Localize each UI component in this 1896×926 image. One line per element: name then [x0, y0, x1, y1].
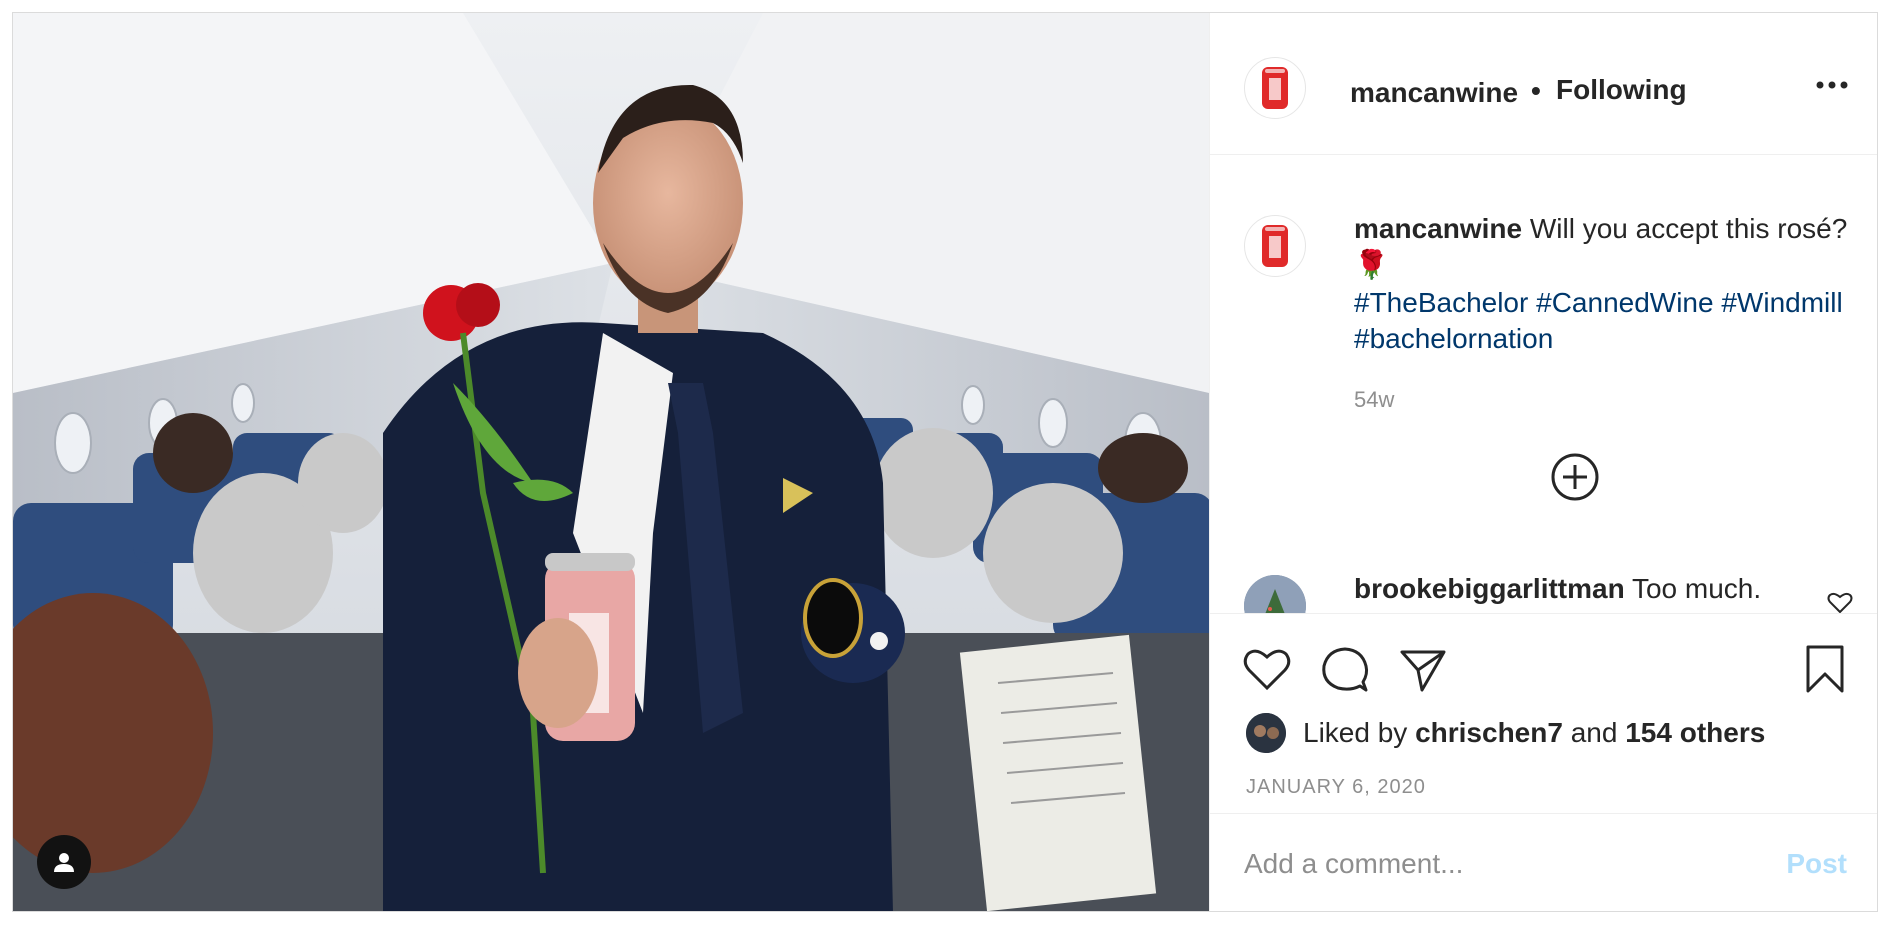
- add-comment-bar: Post: [1210, 813, 1877, 911]
- hashtag-link[interactable]: #Windmill: [1721, 287, 1842, 318]
- mancan-logo-icon: [1262, 67, 1288, 109]
- caption-hashtags: #TheBachelor #CannedWine #Windmill #bach…: [1354, 285, 1864, 357]
- liked-by-user[interactable]: chrischen7: [1415, 717, 1563, 748]
- mancan-logo-icon: [1262, 225, 1288, 267]
- rose-emoji: 🌹: [1354, 249, 1389, 280]
- caption-author-avatar[interactable]: [1244, 215, 1306, 277]
- comment-icon[interactable]: [1320, 644, 1370, 694]
- post-comment-button[interactable]: Post: [1786, 848, 1847, 880]
- load-more-comments-icon[interactable]: [1549, 451, 1601, 503]
- heart-icon[interactable]: [1242, 644, 1292, 694]
- liked-by-photo: [1246, 713, 1286, 753]
- comment-input[interactable]: [1244, 842, 1764, 886]
- share-icon[interactable]: [1398, 644, 1448, 694]
- commenter-avatar[interactable]: [1244, 575, 1306, 613]
- comment-username[interactable]: brookebiggarlittman: [1354, 573, 1625, 604]
- post-actions: Liked by chrischen7 and 154 others JANUA…: [1210, 613, 1877, 813]
- caption-text: Will you accept this rosé?: [1529, 213, 1848, 244]
- caption-timestamp[interactable]: 54w: [1354, 387, 1394, 413]
- likes-count-link[interactable]: 154 others: [1625, 717, 1765, 748]
- post-photo[interactable]: [13, 13, 1209, 911]
- comment-item: brookebiggarlittman Too much.: [1354, 571, 1761, 607]
- liked-by-prefix: Liked by: [1303, 717, 1408, 748]
- post-header: mancanwine • Following: [1210, 13, 1877, 155]
- comment-heart-icon[interactable]: [1827, 591, 1853, 613]
- hashtag-link[interactable]: #bachelornation: [1354, 323, 1553, 354]
- liked-by-joiner: and: [1570, 717, 1618, 748]
- commenter-photo: [1244, 575, 1306, 613]
- likes-summary: Liked by chrischen7 and 154 others: [1303, 717, 1765, 749]
- comments-list[interactable]: mancanwine Will you accept this rosé? 🌹 …: [1210, 155, 1877, 613]
- caption-username[interactable]: mancanwine: [1354, 213, 1522, 244]
- post-side-panel: mancanwine • Following mancanwine Will y…: [1209, 13, 1877, 911]
- airplane-cabin-photo: [13, 13, 1209, 911]
- hashtag-link[interactable]: #CannedWine: [1536, 287, 1713, 318]
- more-options-icon[interactable]: [1815, 78, 1849, 92]
- following-button[interactable]: Following: [1556, 74, 1687, 106]
- post-date[interactable]: JANUARY 6, 2020: [1246, 776, 1426, 799]
- author-username[interactable]: mancanwine: [1350, 77, 1518, 109]
- comment-text: Too much.: [1631, 573, 1762, 604]
- user-tag-icon: [54, 853, 74, 872]
- instagram-post: mancanwine • Following mancanwine Will y…: [12, 12, 1878, 912]
- liked-by-avatar[interactable]: [1246, 713, 1286, 753]
- separator-dot: •: [1531, 75, 1541, 106]
- author-avatar[interactable]: [1244, 57, 1306, 119]
- hashtag-link[interactable]: #TheBachelor: [1354, 287, 1528, 318]
- post-caption: mancanwine Will you accept this rosé? 🌹: [1354, 211, 1854, 283]
- user-tag-button[interactable]: [37, 835, 91, 889]
- bookmark-icon[interactable]: [1800, 644, 1850, 694]
